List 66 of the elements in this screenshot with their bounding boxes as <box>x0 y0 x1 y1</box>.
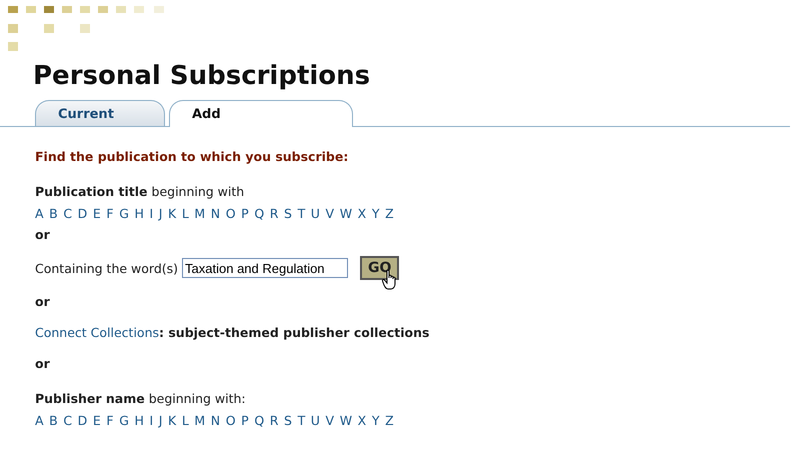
letter-link[interactable]: I <box>149 206 154 221</box>
letter-link[interactable]: Z <box>385 206 394 221</box>
letter-link[interactable]: E <box>92 206 101 221</box>
letter-link[interactable]: W <box>340 413 352 428</box>
letter-link[interactable]: O <box>226 413 236 428</box>
letter-link[interactable]: O <box>226 206 236 221</box>
letter-link[interactable]: T <box>298 413 306 428</box>
letter-link[interactable]: J <box>158 413 162 428</box>
letter-link[interactable]: I <box>149 413 154 428</box>
letter-link[interactable]: L <box>182 413 189 428</box>
letter-link[interactable]: S <box>284 413 292 428</box>
letter-link[interactable]: M <box>194 206 206 221</box>
letter-link[interactable]: Q <box>254 206 264 221</box>
letter-link[interactable]: P <box>241 413 249 428</box>
letter-link[interactable]: U <box>310 413 320 428</box>
letter-link[interactable]: Y <box>372 413 380 428</box>
letter-link[interactable]: R <box>270 206 278 221</box>
tab[interactable]: Current <box>35 100 165 126</box>
letter-link[interactable]: V <box>326 413 334 428</box>
letter-link[interactable]: K <box>168 206 176 221</box>
letter-link[interactable]: F <box>106 413 114 428</box>
letter-link[interactable]: C <box>63 206 72 221</box>
go-button[interactable]: GO <box>360 256 400 280</box>
letter-link[interactable]: R <box>270 413 278 428</box>
letter-link[interactable]: K <box>168 413 176 428</box>
letter-link[interactable]: W <box>340 206 352 221</box>
letter-link[interactable]: V <box>326 206 334 221</box>
letter-link[interactable]: J <box>158 206 162 221</box>
letter-link[interactable]: D <box>78 413 88 428</box>
letter-link[interactable]: N <box>210 413 220 428</box>
letter-link[interactable]: Y <box>372 206 380 221</box>
or-label: or <box>35 356 51 371</box>
search-field[interactable]: Taxation and Regulation <box>182 258 348 278</box>
letter-link[interactable]: B <box>49 206 58 221</box>
page-title: Personal Subscriptions <box>33 60 372 92</box>
tab[interactable]: Add <box>169 100 353 127</box>
letter-link[interactable]: L <box>182 206 189 221</box>
letter-link[interactable]: M <box>194 413 206 428</box>
letter-link[interactable]: E <box>92 413 101 428</box>
letter-link[interactable]: C <box>63 413 72 428</box>
section-heading: Find the publication to which you subscribe: <box>35 149 350 164</box>
search-label: Publisher name beginning with: <box>35 391 247 406</box>
letter-link[interactable]: A <box>35 413 44 428</box>
letter-link[interactable]: A <box>35 206 44 221</box>
collections-description: : subject-themed publisher collections <box>159 325 430 340</box>
letter-link[interactable]: X <box>358 413 366 428</box>
letter-link[interactable]: N <box>210 206 220 221</box>
letter-link[interactable]: S <box>284 206 292 221</box>
letter-link[interactable]: U <box>310 206 320 221</box>
letter-link[interactable]: G <box>119 413 129 428</box>
letter-link[interactable]: B <box>49 413 58 428</box>
collections-link[interactable]: Connect Collections <box>35 325 159 340</box>
letter-link[interactable]: T <box>298 206 306 221</box>
letter-link[interactable]: X <box>358 206 366 221</box>
letter-link[interactable]: H <box>134 206 144 221</box>
search-label: Publication title beginning with <box>35 184 246 199</box>
letter-link[interactable]: G <box>119 206 129 221</box>
search-label: Containing the word(s) <box>35 260 178 276</box>
or-label: or <box>35 294 51 309</box>
letter-link[interactable]: F <box>106 206 114 221</box>
letter-link[interactable]: Z <box>385 413 394 428</box>
or-label: or <box>35 227 51 242</box>
letter-link[interactable]: H <box>134 413 144 428</box>
letter-link[interactable]: P <box>241 206 249 221</box>
letter-link[interactable]: Q <box>254 413 264 428</box>
letter-link[interactable]: D <box>78 206 88 221</box>
